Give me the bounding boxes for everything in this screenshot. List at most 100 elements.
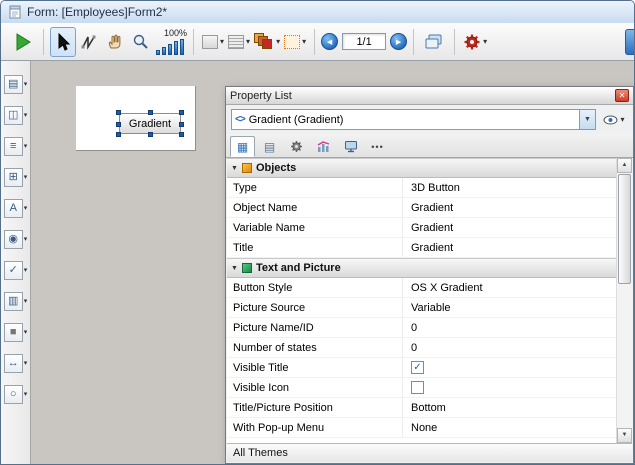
form-page-area[interactable]: Gradient — [76, 86, 196, 151]
property-value[interactable]: OS X Gradient — [403, 278, 616, 297]
visible-icon-checkbox[interactable] — [411, 381, 424, 394]
property-value[interactable]: Bottom — [403, 398, 616, 417]
text-area-tool-button[interactable]: ▤ — [4, 75, 23, 94]
combo-box-tool-button[interactable]: ⊞ — [4, 168, 23, 187]
play-icon — [13, 32, 33, 52]
chevron-down-icon[interactable]: ▾ — [24, 267, 28, 274]
tool-checkbox: ✓ ▾ — [4, 260, 28, 280]
tab-form[interactable]: ▤ — [257, 136, 282, 157]
list-box-tool-button[interactable]: ≡ — [4, 137, 23, 156]
property-value[interactable]: Gradient — [403, 238, 616, 257]
color-palette-icon — [254, 33, 274, 51]
scroll-up-icon: ▲ — [622, 162, 628, 168]
zoom-tool-button[interactable] — [128, 27, 154, 57]
selection-handle[interactable] — [148, 110, 153, 115]
oval-tool-button[interactable]: ○ — [4, 385, 23, 404]
section-header-objects[interactable]: ▼ Objects — [227, 158, 616, 178]
next-page-button[interactable]: ▶ — [390, 33, 407, 50]
property-value[interactable]: Gradient — [403, 218, 616, 237]
tool-combo-box: ⊞ ▾ — [4, 167, 28, 187]
property-value[interactable]: Gradient — [403, 198, 616, 217]
form-canvas[interactable]: Gradient Property List ✕ <> Gradient (Gr… — [31, 61, 634, 464]
tab-settings[interactable] — [284, 136, 309, 157]
tool-splitter: ↔ ▾ — [4, 353, 28, 373]
scroll-up-button[interactable]: ▲ — [617, 158, 632, 173]
chevron-down-icon[interactable]: ▾ — [24, 298, 28, 305]
property-value[interactable]: None — [403, 418, 616, 437]
property-value[interactable]: 0 — [403, 318, 616, 337]
zoom-bars-icon — [156, 39, 184, 55]
selection-handle[interactable] — [148, 132, 153, 137]
scroll-down-button[interactable]: ▼ — [617, 428, 632, 443]
close-button[interactable]: ✕ — [615, 89, 629, 102]
selection-handle[interactable] — [116, 110, 121, 115]
rectangle-icon: ■ — [10, 327, 17, 338]
all-themes-bar[interactable]: All Themes — [227, 443, 632, 462]
window-titlebar[interactable]: Form: [Employees]Form2* — [1, 1, 634, 23]
select-tool-button[interactable] — [50, 27, 76, 57]
clipped-toolbar-icon[interactable] — [625, 29, 634, 55]
radio-button-icon: ◉ — [8, 234, 18, 245]
selection-handle[interactable] — [116, 122, 121, 127]
align-dropdown-button[interactable]: ▾ — [226, 35, 252, 49]
property-value[interactable]: Variable — [403, 298, 616, 317]
checkbox-tool-button[interactable]: ✓ — [4, 261, 23, 280]
section-header-text-and-picture[interactable]: ▼ Text and Picture — [227, 258, 616, 278]
property-value[interactable]: 0 — [403, 338, 616, 357]
grid-options-dropdown-button[interactable]: ▾ — [282, 35, 308, 49]
tab-events[interactable] — [311, 136, 336, 157]
property-row: Object Name Gradient — [227, 198, 616, 218]
pan-tool-button[interactable] — [102, 27, 128, 57]
selection-handle[interactable] — [179, 122, 184, 127]
selection-handle[interactable] — [179, 110, 184, 115]
chevron-down-icon: ▾ — [483, 38, 487, 46]
tab-display[interactable] — [338, 136, 363, 157]
button-grid-tool-button[interactable]: ▥ — [4, 292, 23, 311]
zoom-level-widget[interactable]: 100% — [156, 29, 187, 55]
chevron-down-icon[interactable]: ▾ — [24, 174, 28, 181]
color-dropdown-button[interactable]: ▾ — [252, 33, 282, 51]
object-selector-combo[interactable]: <> Gradient (Gradient) ▼ — [231, 109, 596, 130]
property-name: Number of states — [227, 338, 403, 357]
chevron-down-icon[interactable]: ▾ — [24, 391, 28, 398]
previous-page-button[interactable]: ◀ — [321, 33, 338, 50]
collapse-triangle-icon: ▼ — [231, 265, 238, 272]
static-text-tool-button[interactable]: A — [4, 199, 23, 218]
property-value[interactable]: 3D Button — [403, 178, 616, 197]
tab-more[interactable]: ••• — [365, 136, 390, 157]
chevron-down-icon[interactable]: ▾ — [24, 360, 28, 367]
form-tab-icon: ▤ — [264, 140, 275, 154]
object-selector-value: Gradient (Gradient) — [249, 114, 575, 126]
all-themes-label: All Themes — [233, 447, 288, 459]
combo-dropdown-button[interactable]: ▼ — [579, 110, 595, 129]
property-list-titlebar[interactable]: Property List ✕ — [226, 87, 633, 105]
chevron-down-icon[interactable]: ▾ — [24, 236, 28, 243]
gradient-button-object[interactable]: Gradient — [119, 113, 181, 134]
input-field-tool-button[interactable]: ◫ — [4, 106, 23, 125]
settings-dropdown-button[interactable]: ▾ — [461, 33, 489, 51]
chevron-down-icon[interactable]: ▾ — [24, 205, 28, 212]
toolbar-separator — [193, 29, 194, 55]
chevron-down-icon[interactable]: ▾ — [24, 329, 28, 336]
selection-handle[interactable] — [116, 132, 121, 137]
scrollbar-thumb[interactable] — [618, 174, 631, 284]
selection-handle[interactable] — [179, 132, 184, 137]
property-list-scrollbar[interactable]: ▲ ▼ — [616, 158, 632, 443]
align-icon — [228, 35, 244, 49]
tab-objects[interactable]: ▦ — [230, 136, 255, 157]
radio-button-tool-button[interactable]: ◉ — [4, 230, 23, 249]
execute-form-button[interactable] — [9, 27, 37, 57]
chevron-down-icon[interactable]: ▾ — [24, 81, 28, 88]
entry-order-tool-button[interactable] — [76, 27, 102, 57]
gear-icon — [463, 33, 481, 51]
splitter-tool-button[interactable]: ↔ — [4, 354, 23, 373]
magnetic-grid-icon — [284, 35, 300, 49]
windows-list-button[interactable] — [420, 27, 448, 57]
visible-title-checkbox[interactable]: ✓ — [411, 361, 424, 374]
view-options-button[interactable]: ▾ — [599, 109, 629, 130]
chevron-down-icon[interactable]: ▾ — [24, 143, 28, 150]
rectangle-tool-button[interactable]: ■ — [4, 323, 23, 342]
distribute-dropdown-button[interactable]: ▾ — [200, 35, 226, 49]
chevron-down-icon[interactable]: ▾ — [24, 112, 28, 119]
toolbar-separator — [314, 29, 315, 55]
